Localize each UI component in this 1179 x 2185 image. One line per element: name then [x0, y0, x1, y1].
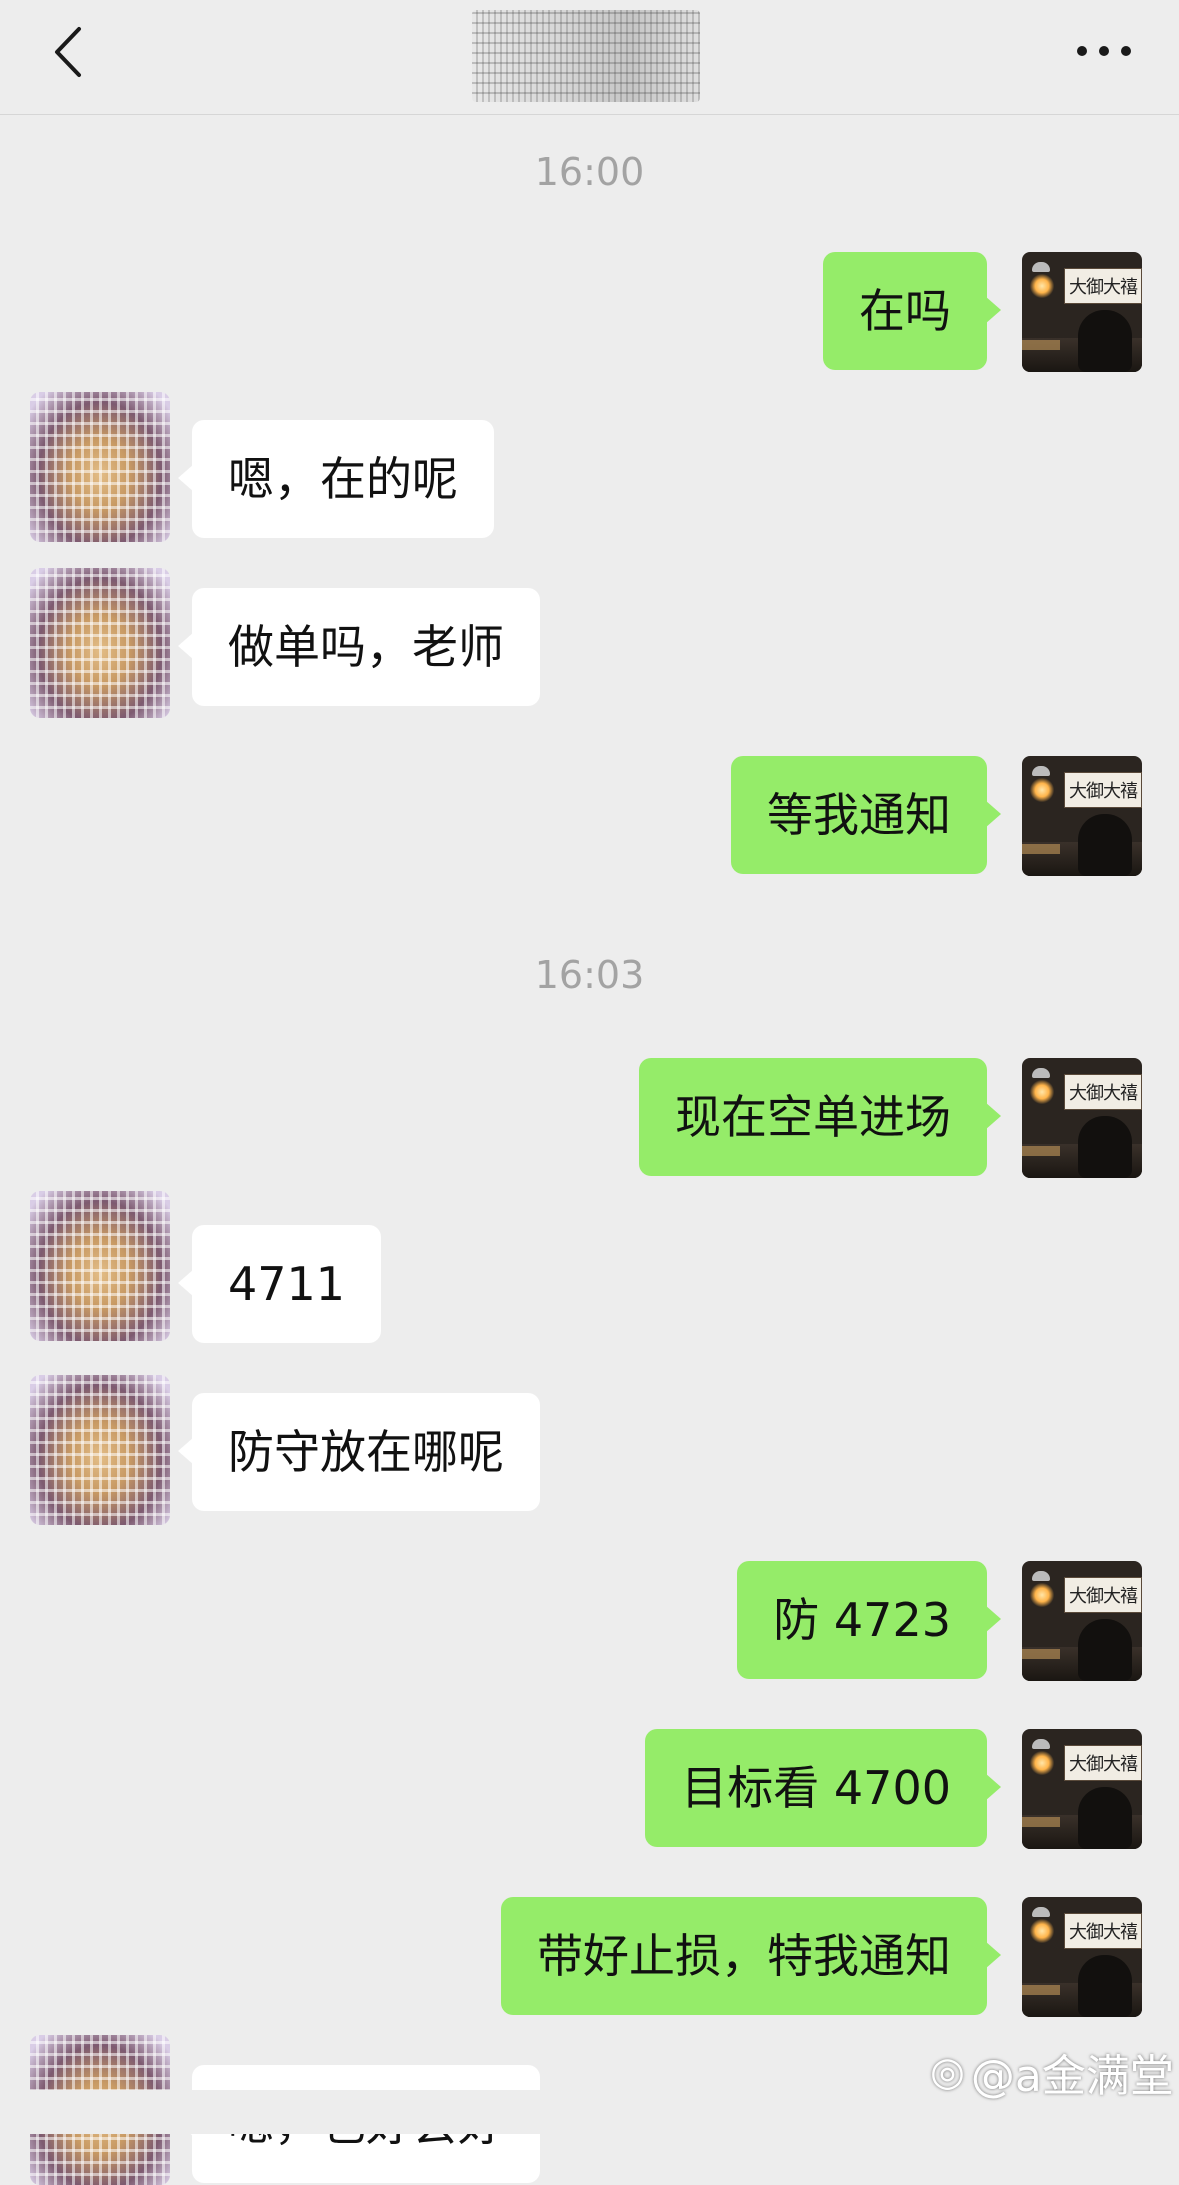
avatar-desk-light	[1022, 1649, 1060, 1659]
avatar-person	[1078, 814, 1132, 876]
avatar-desk-light	[1022, 340, 1060, 350]
light-glow	[1030, 778, 1054, 802]
avatar-desk-light	[1022, 1817, 1060, 1827]
contact-avatar[interactable]	[30, 1375, 170, 1525]
chat-title-blurred	[472, 10, 700, 102]
my-avatar[interactable]: 大御大禧	[1022, 756, 1142, 876]
message-bubble-received[interactable]: 嗯，在的呢	[178, 420, 494, 538]
message-row-sent: 等我通知 大御大禧	[0, 756, 1179, 876]
message-row-sent: 带好止损，特我通知 大御大禧	[0, 1897, 1179, 2017]
message-row-sent: 目标看 4700 大御大禧	[0, 1729, 1179, 1849]
more-dots-icon	[1077, 46, 1131, 56]
light-glow	[1030, 274, 1054, 298]
timestamp: 16:03	[534, 953, 645, 997]
avatar-person	[1078, 1955, 1132, 2017]
message-row-received: 嗯，在的呢	[0, 392, 1179, 542]
lamp-icon	[1032, 1739, 1050, 1749]
contact-avatar[interactable]	[30, 1191, 170, 1341]
lamp-icon	[1032, 766, 1050, 776]
more-button[interactable]	[1069, 26, 1139, 76]
avatar-sign: 大御大禧	[1064, 1913, 1142, 1949]
avatar-desk-light	[1022, 1985, 1060, 1995]
message-row-received: 4711	[0, 1191, 1179, 1345]
my-avatar[interactable]: 大御大禧	[1022, 1561, 1142, 1681]
message-row-sent: 现在空单进场 大御大禧	[0, 1058, 1179, 1178]
message-bubble-sent[interactable]: 在吗	[823, 252, 1001, 370]
weibo-icon: ◎	[930, 2049, 965, 2095]
lamp-icon	[1032, 1068, 1050, 1078]
back-button[interactable]	[44, 20, 92, 84]
watermark: ◎ @a金满堂	[930, 2040, 1174, 2104]
contact-avatar[interactable]	[30, 568, 170, 718]
lamp-icon	[1032, 1571, 1050, 1581]
avatar-person	[1078, 1619, 1132, 1681]
message-bubble-sent[interactable]: 现在空单进场	[639, 1058, 1001, 1176]
light-glow	[1030, 1583, 1054, 1607]
watermark-text: @a金满堂	[970, 2051, 1174, 2102]
message-bubble-sent[interactable]: 等我通知	[731, 756, 1001, 874]
timestamp: 16:00	[534, 150, 645, 194]
chat-header	[0, 0, 1179, 115]
lamp-icon	[1032, 1907, 1050, 1917]
avatar-person	[1078, 1787, 1132, 1849]
message-row-received: 防守放在哪呢	[0, 1375, 1179, 1525]
avatar-sign: 大御大禧	[1064, 1745, 1142, 1781]
back-arrow-icon	[55, 27, 81, 77]
light-glow	[1030, 1919, 1054, 1943]
message-bubble-sent[interactable]: 防 4723	[737, 1561, 1001, 1679]
message-row-received: 做单吗，老师	[0, 568, 1179, 718]
avatar-person	[1078, 310, 1132, 372]
message-bubble-received[interactable]: 4711	[177, 1225, 382, 1343]
light-glow	[1030, 1080, 1054, 1104]
avatar-sign: 大御大禧	[1064, 772, 1142, 808]
message-bubble-received[interactable]: 做单吗，老师	[178, 588, 540, 706]
light-glow	[1030, 1751, 1054, 1775]
my-avatar[interactable]: 大御大禧	[1022, 1897, 1142, 2017]
message-bubble-received[interactable]: 防守放在哪呢	[178, 1393, 540, 1511]
message-row-sent: 在吗 大御大禧	[0, 252, 1179, 372]
my-avatar[interactable]: 大御大禧	[1022, 1058, 1142, 1178]
message-row-sent: 防 4723 大御大禧	[0, 1561, 1179, 1681]
avatar-sign: 大御大禧	[1064, 1577, 1142, 1613]
lamp-icon	[1032, 262, 1050, 272]
avatar-person	[1078, 1116, 1132, 1178]
message-bubble-sent[interactable]: 目标看 4700	[645, 1729, 1001, 1847]
message-bubble-sent[interactable]: 带好止损，特我通知	[501, 1897, 1001, 2015]
avatar-sign: 大御大禧	[1064, 1074, 1142, 1110]
avatar-sign: 大御大禧	[1064, 268, 1142, 304]
avatar-desk-light	[1022, 844, 1060, 854]
my-avatar[interactable]: 大御大禧	[1022, 1729, 1142, 1849]
my-avatar[interactable]: 大御大禧	[1022, 252, 1142, 372]
contact-avatar[interactable]	[30, 392, 170, 542]
avatar-desk-light	[1022, 1146, 1060, 1156]
